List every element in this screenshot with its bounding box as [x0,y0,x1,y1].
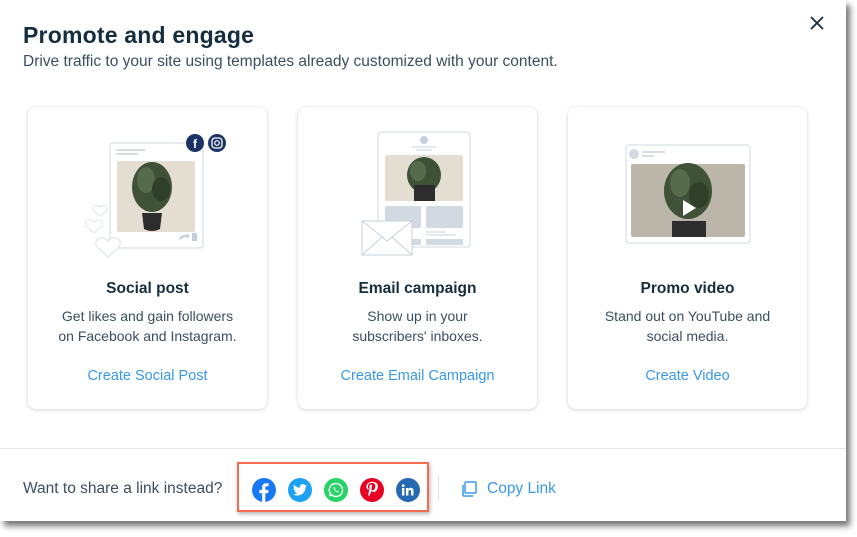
card-description-line: Stand out on YouTube and [604,308,771,324]
linkedin-icon [401,484,414,496]
card-social-post[interactable]: f Social post Get likes and gain followe… [28,107,267,409]
share-twitter-button[interactable] [288,478,312,502]
copy-link-button[interactable]: Copy Link [460,478,556,500]
create-video-link[interactable]: Create Video [568,368,807,384]
card-title: Promo video [640,280,735,297]
pinterest-icon [366,481,378,497]
card-promo-video[interactable]: Promo video Stand out on YouTube and soc… [568,107,807,409]
card-description: Show up in your subscribers' inboxes. [318,307,517,346]
modal-subtitle: Drive traffic to your site using templat… [23,53,558,70]
facebook-icon [259,483,269,502]
card-description-line: subscribers' inboxes. [352,327,483,344]
card-email-campaign[interactable]: Email campaign Show up in your subscribe… [298,107,537,409]
card-description-line: Get likes and gain followers [61,308,234,324]
card-title: Email campaign [358,280,477,297]
promo-video-illustration [625,144,751,244]
close-button[interactable] [806,12,828,34]
card-description-line: social media. [646,327,729,344]
modal-title: Promote and engage [23,22,255,48]
promote-modal: Promote and engage Drive traffic to your… [0,0,846,521]
card-description-line: Show up in your [367,308,468,324]
create-social-post-link[interactable]: Create Social Post [28,368,267,384]
share-whatsapp-button[interactable] [324,478,348,502]
footer-divider [0,448,846,449]
share-linkedin-button[interactable] [396,478,420,502]
share-label: Want to share a link instead? [23,480,223,497]
card-description: Get likes and gain followers on Facebook… [48,307,247,346]
twitter-icon [293,484,307,496]
share-pinterest-button[interactable] [360,478,384,502]
card-description: Stand out on YouTube and social media. [588,307,787,346]
footer-separator [438,475,439,501]
share-facebook-button[interactable] [252,478,276,502]
copy-link-label: Copy Link [487,480,556,497]
card-title: Social post [106,280,189,297]
copy-icon [462,481,477,497]
card-description-line: on Facebook and Instagram. [58,327,237,344]
email-campaign-illustration [361,131,471,256]
whatsapp-icon [328,482,344,498]
create-email-campaign-link[interactable]: Create Email Campaign [298,368,537,384]
social-post-illustration: f [84,134,226,258]
close-icon [810,16,824,30]
